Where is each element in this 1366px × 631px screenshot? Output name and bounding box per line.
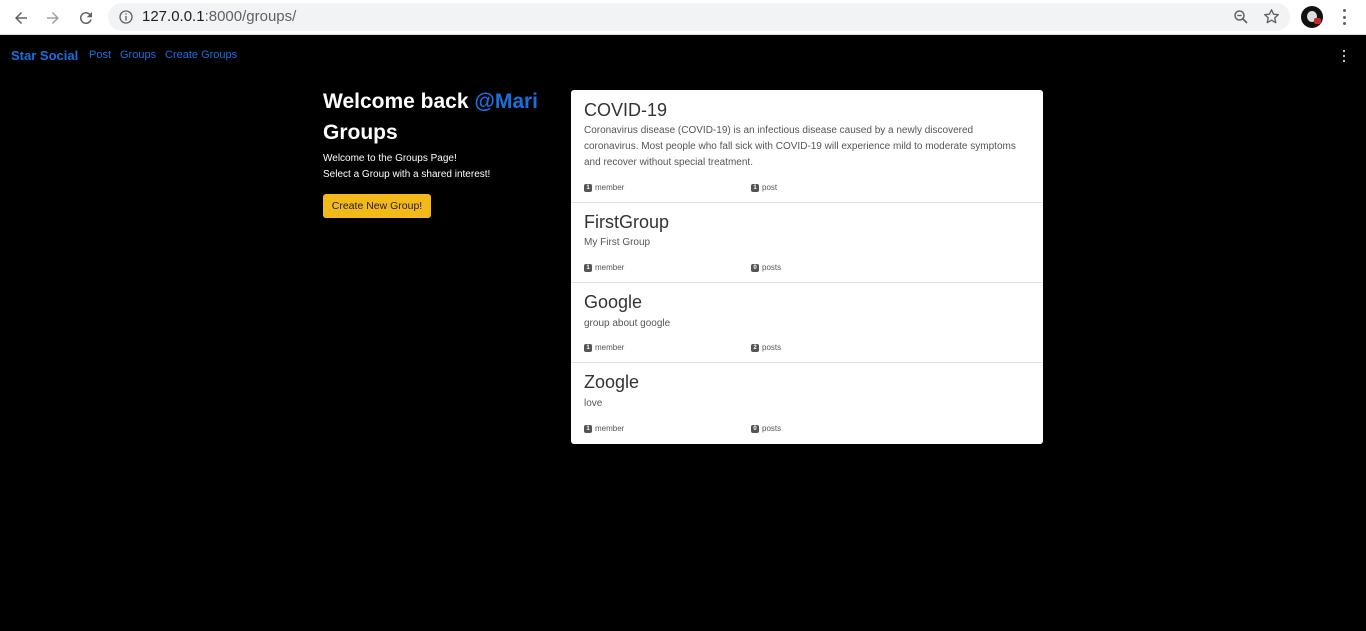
group-description: My First Group bbox=[584, 237, 651, 248]
post-count: 0 posts bbox=[751, 263, 781, 272]
group-item-firstgroup[interactable]: FirstGroup My First Group 1 member 0 posts bbox=[571, 203, 1043, 283]
member-count-badge: 1 bbox=[584, 424, 592, 433]
reload-icon bbox=[79, 12, 92, 25]
zoom-icon[interactable] bbox=[1232, 8, 1250, 26]
group-name[interactable]: Zoogle bbox=[584, 372, 639, 393]
create-new-group-button[interactable]: Create New Group! bbox=[323, 194, 431, 218]
post-label: post bbox=[762, 183, 778, 192]
member-label: member bbox=[595, 343, 625, 352]
post-count-badge: 1 bbox=[751, 183, 759, 192]
arrow-right-icon bbox=[47, 12, 59, 24]
group-description: group about google bbox=[584, 318, 671, 329]
url-host: 127.0.0.1 bbox=[142, 8, 205, 25]
nav-link-create-groups[interactable]: Create Groups bbox=[165, 49, 237, 61]
nav-link-post[interactable]: Post bbox=[89, 49, 111, 61]
intro-line-1: Welcome to the Groups Page! bbox=[323, 153, 457, 164]
group-item-google[interactable]: Google group about google 1 member 2 posts bbox=[571, 283, 1043, 363]
browser-menu-button[interactable] bbox=[1336, 7, 1352, 27]
group-description: Coronavirus disease (COVID-19) is an inf… bbox=[584, 125, 1016, 168]
group-list: COVID-19 Coronavirus disease (COVID-19) … bbox=[571, 90, 1043, 444]
post-label: posts bbox=[762, 424, 782, 433]
member-count-badge: 1 bbox=[584, 343, 592, 352]
site-navbar: Star Social Post Groups Create Groups bbox=[0, 36, 1366, 76]
site-menu-button[interactable] bbox=[1338, 50, 1350, 62]
group-item-zoogle[interactable]: Zoogle love 1 member 0 posts bbox=[571, 363, 1043, 444]
member-count-badge: 1 bbox=[584, 183, 592, 192]
group-item-covid-19[interactable]: COVID-19 Coronavirus disease (COVID-19) … bbox=[571, 90, 1043, 203]
member-count: 1 member bbox=[584, 424, 624, 433]
member-count: 1 member bbox=[584, 343, 624, 352]
post-count-badge: 0 bbox=[751, 263, 759, 272]
post-count: 2 posts bbox=[751, 343, 781, 352]
group-name[interactable]: Google bbox=[584, 292, 642, 313]
post-count-badge: 0 bbox=[751, 424, 759, 433]
back-button[interactable] bbox=[9, 6, 33, 30]
member-count: 1 member bbox=[584, 263, 624, 272]
welcome-prefix: Welcome back bbox=[323, 90, 469, 113]
group-description: love bbox=[584, 398, 603, 409]
welcome-heading: Welcome back @Mari bbox=[323, 90, 538, 114]
browser-toolbar: 127.0.0.1:8000/groups/ bbox=[0, 0, 1366, 35]
url-path: :8000/groups/ bbox=[204, 8, 297, 25]
post-label: posts bbox=[762, 343, 782, 352]
member-label: member bbox=[595, 263, 625, 272]
arrow-left-icon bbox=[15, 12, 27, 24]
member-count: 1 member bbox=[584, 183, 624, 192]
intro-line-2: Select a Group with a shared interest! bbox=[323, 169, 491, 180]
brand-link[interactable]: Star Social bbox=[11, 48, 78, 63]
post-count: 0 posts bbox=[751, 424, 781, 433]
profile-avatar[interactable] bbox=[1301, 6, 1323, 28]
bookmark-star-icon[interactable] bbox=[1262, 7, 1281, 26]
username-link[interactable]: @Mari bbox=[474, 90, 538, 113]
member-label: member bbox=[595, 183, 625, 192]
post-count: 1 post bbox=[751, 183, 777, 192]
address-bar[interactable]: 127.0.0.1:8000/groups/ bbox=[108, 3, 1290, 31]
info-icon[interactable] bbox=[118, 9, 134, 25]
member-label: member bbox=[595, 424, 625, 433]
post-label: posts bbox=[762, 263, 782, 272]
url-text[interactable]: 127.0.0.1:8000/groups/ bbox=[142, 8, 296, 25]
post-count-badge: 2 bbox=[751, 343, 759, 352]
forward-button[interactable] bbox=[41, 6, 65, 30]
page-title: Groups bbox=[323, 121, 398, 144]
nav-link-groups[interactable]: Groups bbox=[120, 49, 156, 61]
group-name[interactable]: FirstGroup bbox=[584, 212, 669, 233]
group-name[interactable]: COVID-19 bbox=[584, 100, 667, 121]
reload-button[interactable] bbox=[74, 6, 98, 30]
member-count-badge: 1 bbox=[584, 263, 592, 272]
